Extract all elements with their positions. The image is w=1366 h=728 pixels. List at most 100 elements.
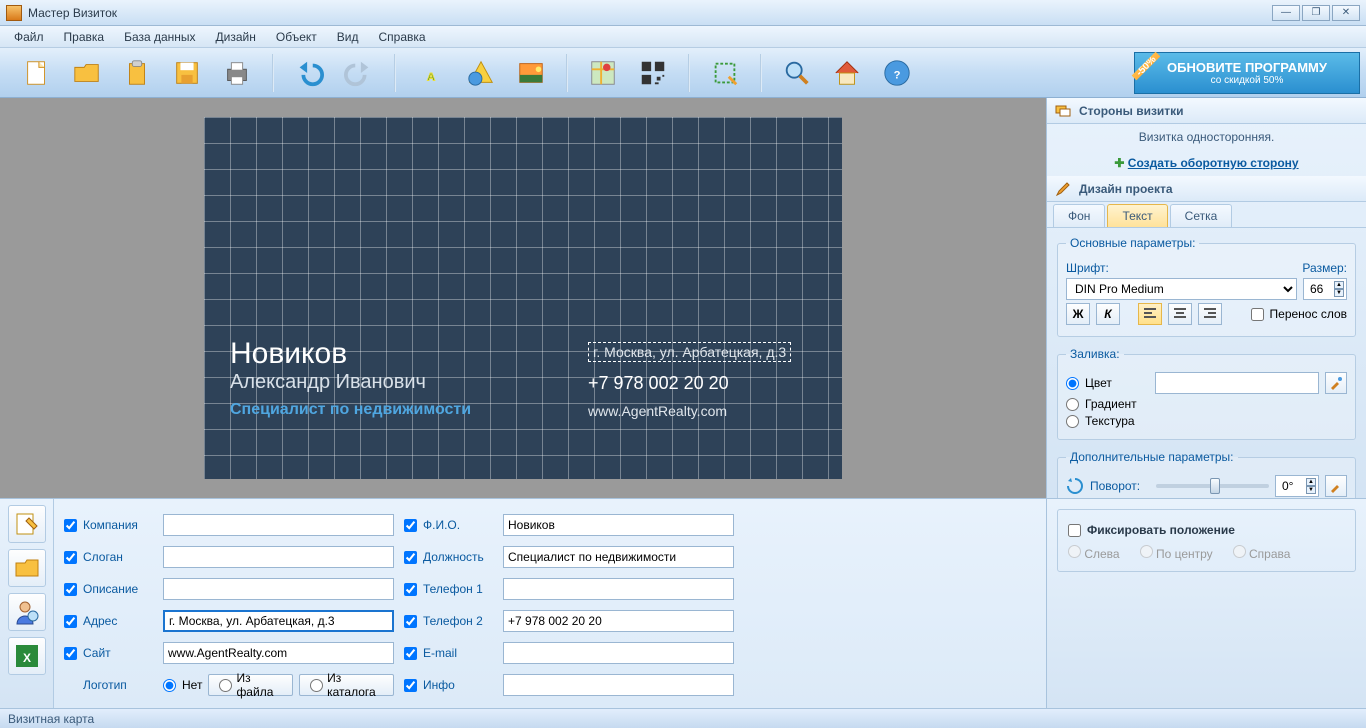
fill-color-swatch[interactable] bbox=[1155, 372, 1319, 394]
help-button[interactable]: ? bbox=[876, 52, 918, 94]
undo-button[interactable] bbox=[288, 52, 330, 94]
maximize-button[interactable]: ❐ bbox=[1302, 5, 1330, 21]
user-tool-button[interactable] bbox=[8, 593, 46, 631]
fio-label: Ф.И.О. bbox=[423, 518, 497, 532]
company-check[interactable] bbox=[64, 519, 77, 532]
fill-gradient-label: Градиент bbox=[1085, 397, 1137, 411]
business-card[interactable]: Новиков Александр Иванович Специалист по… bbox=[204, 117, 842, 479]
menu-design[interactable]: Дизайн bbox=[206, 28, 266, 46]
phone2-check[interactable] bbox=[404, 615, 417, 628]
update-program-button[interactable]: -50% ОБНОВИТЕ ПРОГРАММУ со скидкой 50% bbox=[1134, 52, 1360, 94]
print-button[interactable] bbox=[216, 52, 258, 94]
font-select[interactable]: DIN Pro Medium bbox=[1066, 278, 1297, 300]
size-down[interactable]: ▼ bbox=[1334, 289, 1344, 297]
tab-text[interactable]: Текст bbox=[1107, 204, 1167, 227]
rotation-value[interactable]: 0° ▲▼ bbox=[1275, 475, 1319, 497]
card-fullname[interactable]: Александр Иванович bbox=[230, 371, 426, 394]
font-size-input[interactable]: 66 ▲▼ bbox=[1303, 278, 1347, 300]
size-up[interactable]: ▲ bbox=[1334, 281, 1344, 289]
italic-button[interactable]: К bbox=[1096, 303, 1120, 325]
menu-help[interactable]: Справка bbox=[368, 28, 435, 46]
phone1-check[interactable] bbox=[404, 583, 417, 596]
paste-button[interactable] bbox=[116, 52, 158, 94]
wrap-checkbox[interactable] bbox=[1251, 308, 1264, 321]
menu-view[interactable]: Вид bbox=[327, 28, 369, 46]
card-phone[interactable]: +7 978 002 20 20 bbox=[588, 373, 729, 394]
fill-texture-radio[interactable] bbox=[1066, 415, 1079, 428]
card-role[interactable]: Специалист по недвижимости bbox=[230, 401, 471, 419]
svg-text:A: A bbox=[427, 71, 435, 83]
excel-tool-button[interactable]: X bbox=[8, 637, 46, 675]
main-params-legend: Основные параметры: bbox=[1066, 236, 1199, 250]
minimize-button[interactable]: — bbox=[1272, 5, 1300, 21]
slogan-check[interactable] bbox=[64, 551, 77, 564]
card-surname[interactable]: Новиков bbox=[230, 337, 347, 371]
open-button[interactable] bbox=[66, 52, 108, 94]
email-check[interactable] bbox=[404, 647, 417, 660]
new-button[interactable] bbox=[16, 52, 58, 94]
svg-text:X: X bbox=[22, 651, 30, 665]
shape-tool-button[interactable] bbox=[460, 52, 502, 94]
site-check[interactable] bbox=[64, 647, 77, 660]
email-label: E-mail bbox=[423, 646, 497, 660]
extra-legend: Дополнительные параметры: bbox=[1066, 450, 1238, 464]
image-tool-button[interactable] bbox=[510, 52, 552, 94]
company-input[interactable] bbox=[163, 514, 394, 536]
fio-input[interactable] bbox=[503, 514, 734, 536]
home-button[interactable] bbox=[826, 52, 868, 94]
search-button[interactable] bbox=[776, 52, 818, 94]
canvas-area[interactable]: Новиков Александр Иванович Специалист по… bbox=[0, 98, 1046, 498]
card-website[interactable]: www.AgentRealty.com bbox=[588, 403, 727, 419]
edit-tool-button[interactable] bbox=[8, 505, 46, 543]
email-input[interactable] bbox=[503, 642, 734, 664]
color-picker-button[interactable] bbox=[1325, 372, 1347, 394]
rotation-reset-button[interactable] bbox=[1325, 475, 1347, 497]
slogan-input[interactable] bbox=[163, 546, 394, 568]
logo-file-button[interactable]: Из файла bbox=[208, 674, 293, 696]
company-label: Компания bbox=[83, 518, 157, 532]
menu-object[interactable]: Объект bbox=[266, 28, 327, 46]
discount-badge: -50% bbox=[1122, 42, 1170, 90]
menu-file[interactable]: Файл bbox=[4, 28, 54, 46]
fill-gradient-radio[interactable] bbox=[1066, 398, 1079, 411]
bold-button[interactable]: Ж bbox=[1066, 303, 1090, 325]
fix-position-check[interactable] bbox=[1068, 524, 1081, 537]
rotation-icon bbox=[1066, 477, 1084, 495]
address-check[interactable] bbox=[64, 615, 77, 628]
wrap-label: Перенос слов bbox=[1270, 307, 1347, 321]
info-input[interactable] bbox=[503, 674, 734, 696]
tab-grid[interactable]: Сетка bbox=[1170, 204, 1233, 227]
fill-color-radio[interactable] bbox=[1066, 377, 1079, 390]
redo-button[interactable] bbox=[338, 52, 380, 94]
align-center-button[interactable] bbox=[1168, 303, 1192, 325]
menu-edit[interactable]: Правка bbox=[54, 28, 115, 46]
info-check[interactable] bbox=[404, 679, 417, 692]
card-address-selected[interactable]: г. Москва, ул. Арбатецкая, д.3 bbox=[588, 342, 791, 362]
folder-tool-button[interactable] bbox=[8, 549, 46, 587]
phone2-input[interactable] bbox=[503, 610, 734, 632]
logo-none-radio[interactable] bbox=[163, 679, 176, 692]
qr-button[interactable] bbox=[632, 52, 674, 94]
text-tool-button[interactable]: A bbox=[410, 52, 452, 94]
align-right-button[interactable] bbox=[1198, 303, 1222, 325]
align-left-button[interactable] bbox=[1138, 303, 1162, 325]
position-check[interactable] bbox=[404, 551, 417, 564]
phone1-input[interactable] bbox=[503, 578, 734, 600]
description-check[interactable] bbox=[64, 583, 77, 596]
create-back-link[interactable]: Создать оборотную сторону bbox=[1128, 156, 1299, 170]
description-input[interactable] bbox=[163, 578, 394, 600]
rotation-slider[interactable] bbox=[1156, 484, 1269, 488]
position-input[interactable] bbox=[503, 546, 734, 568]
tab-background[interactable]: Фон bbox=[1053, 204, 1105, 227]
logo-catalog-button[interactable]: Из каталога bbox=[299, 674, 394, 696]
save-button[interactable] bbox=[166, 52, 208, 94]
site-input[interactable] bbox=[163, 642, 394, 664]
fio-check[interactable] bbox=[404, 519, 417, 532]
map-button[interactable] bbox=[582, 52, 624, 94]
extra-params-fieldset: Дополнительные параметры: Поворот: 0° ▲▼… bbox=[1057, 450, 1356, 498]
crop-button[interactable] bbox=[704, 52, 746, 94]
close-button[interactable]: ✕ bbox=[1332, 5, 1360, 21]
card-fields-form: Компания Ф.И.О. Слоган Должность Описани… bbox=[54, 499, 1046, 708]
address-input[interactable] bbox=[163, 610, 394, 632]
menu-database[interactable]: База данных bbox=[114, 28, 205, 46]
